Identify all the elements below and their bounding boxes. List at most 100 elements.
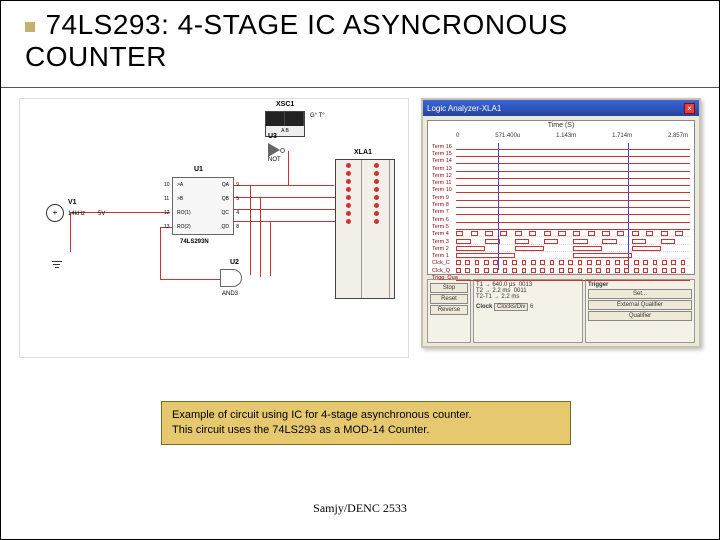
close-icon[interactable]: × [684,103,695,114]
ic-74ls293: 10 11 12 13 >A >B RO(1) RO(2) QA QB QC Q… [172,177,234,235]
readout-dt: 2.2 ms [501,294,519,300]
slide-footer: Samjy/DENC 2533 [1,501,719,516]
pin: QA [222,182,229,188]
la-row: Term 13 [432,165,690,172]
la-row-label: Term 11 [432,180,456,186]
la-waveform [456,158,690,164]
clock-source-icon: + [46,204,64,222]
u1-ref: U1 [194,166,203,173]
la-readout-panel: T1 → 640.0 µs 0013 T2 → 2.2 ms 0011 T2-T… [473,279,583,343]
la-waveform [456,246,690,252]
la-waveform [456,166,690,172]
trigger-extq-button[interactable]: External Qualifier [588,300,692,310]
la-row-label: Term 12 [432,173,456,179]
la-row-label: Term 7 [432,209,456,215]
la-control-panel: Stop Reset Reverse T1 → 640.0 µs 0013 T2… [427,279,695,343]
clocks-div-button[interactable]: Clocks/Div [494,303,528,311]
pin: RO(2) [177,224,191,230]
scope-io: G° T° [310,113,325,119]
not-gate-icon [268,143,280,157]
wire [160,227,161,279]
xtick: 0 [456,133,459,141]
v1-ref: V1 [68,199,77,206]
la-row: Trigg_Qua [432,274,690,281]
xsc1-label: XSC1 [276,101,294,108]
la-row: Clck_Q [432,267,690,274]
la-row-label: Term 10 [432,187,456,193]
la-row-label: Trigg_Qua [432,275,456,281]
la-row: Term 10 [432,187,690,194]
stop-button[interactable]: Stop [430,283,468,293]
la-xticks: 0 571.400u 1.143m 1.714m 2.857m [456,133,688,141]
slide-title-area: 74LS293: 4-STAGE IC ASYNCRONOUS COUNTER [1,1,719,88]
la-waveform [456,224,690,230]
reset-button[interactable]: Reset [430,294,468,304]
not-bubble-icon [280,148,285,153]
la-waveform [456,275,690,281]
logic-analyzer-icon [335,159,395,299]
la-titlebar: Logic Analyzer-XLA1 × [423,100,699,116]
la-waveform [456,231,690,237]
reverse-button[interactable]: Reverse [430,305,468,315]
la-row: Term 7 [432,209,690,216]
pin: 5 [236,196,239,202]
pin: 9 [236,182,239,188]
v1-freq: 14kHz [68,211,85,217]
la-row: Clck_C [432,260,690,267]
pin: 4 [236,210,239,216]
la-row-label: Term 15 [432,151,456,157]
pin: 8 [236,224,239,230]
xtick: 1.143m [556,133,576,141]
trigger-set-button[interactable]: Set... [588,289,692,299]
ground-icon [52,259,62,268]
la-row-label: Term 4 [432,231,456,237]
pin: RO(1) [177,210,191,216]
caption-line1: Example of circuit using IC for 4-stage … [172,408,560,423]
pin: 13 [164,224,170,230]
readout-label: T2-T1 → [476,294,500,300]
u2-part: AND3 [222,291,238,297]
la-waveform [456,253,690,259]
time-axis-label: Time (S) [428,122,694,129]
pin: 10 [164,182,170,188]
pin: 11 [164,196,169,202]
v1-ampl: 5V [98,211,105,217]
la-row: Term 5 [432,223,690,230]
la-waveform [456,195,690,201]
la-row: Term 8 [432,201,690,208]
xtick: 571.400u [495,133,520,141]
wire [270,221,271,276]
la-row: Term 6 [432,216,690,223]
la-row-label: Term 8 [432,202,456,208]
schematic-panel: XSC1 A B G° T° U3 NOT XLA1 U1 10 11 12 1… [19,98,409,358]
la-waveform [456,180,690,186]
trigger-group-title: Trigger [588,282,608,288]
la-buttons-panel: Stop Reset Reverse [427,279,471,343]
la-waveform [456,144,690,150]
pin: QB [222,196,229,202]
pin: 12 [164,210,170,216]
wire [260,197,261,277]
pin: >A [177,182,183,188]
la-row: Term 12 [432,172,690,179]
clocks-div-value: 6 [530,304,533,310]
pin: QC [222,210,230,216]
trigger-qual-button[interactable]: Qualifier [588,311,692,321]
la-trigger-panel: Trigger Set... External Qualifier Qualif… [585,279,695,343]
caption-box: Example of circuit using IC for 4-stage … [161,401,571,445]
la-plot-area: Time (S) 0 571.400u 1.143m 1.714m 2.857m… [427,120,695,275]
la-row: Term 2 [432,245,690,252]
la-row: Term 15 [432,150,690,157]
la-waveform [456,202,690,208]
la-waveform [456,209,690,215]
la-row-label: Term 16 [432,144,456,150]
wire [250,185,251,275]
la-row-label: Term 3 [432,239,456,245]
la-row: Term 1 [432,252,690,259]
la-waveform [456,260,690,266]
la-row-label: Term 14 [432,158,456,164]
xtick: 2.857m [668,133,688,141]
la-row: Term 16 [432,143,690,150]
xtick: 1.714m [612,133,632,141]
wire [160,279,220,280]
